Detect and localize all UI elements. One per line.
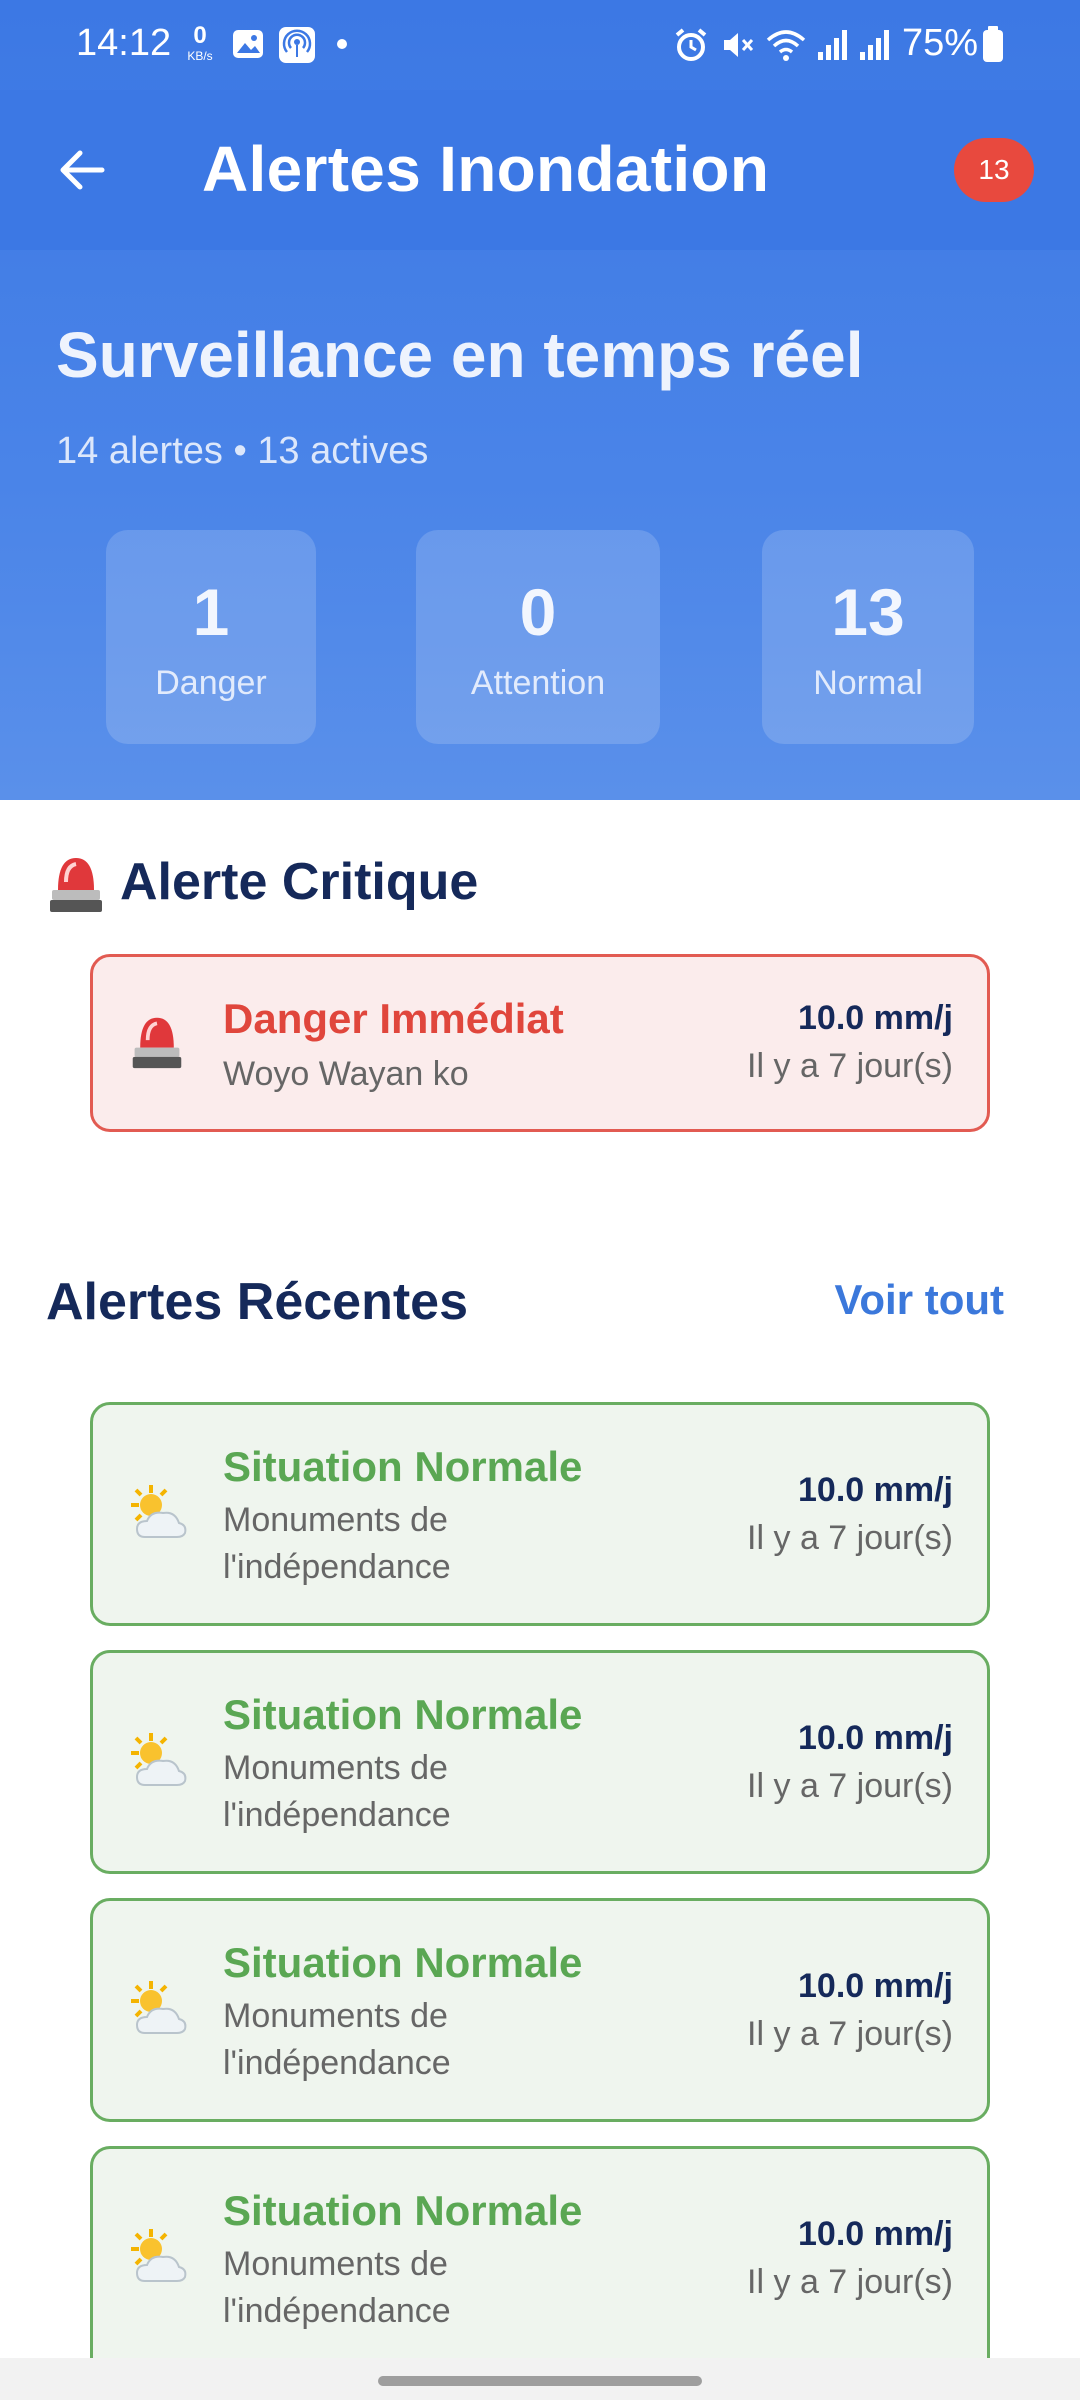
alert-location: Monuments de l'indépendance [223, 1501, 451, 1586]
wifi-icon [766, 30, 806, 61]
alert-title: Situation Normale [223, 1443, 583, 1490]
alarm-icon [675, 28, 707, 61]
stat-attention-value: 0 [519, 575, 557, 649]
critical-alert-title: Danger Immédiat [223, 995, 564, 1042]
app-bar: Alertes Inondation 13 [0, 90, 1080, 250]
stat-normal: 13 Normal [762, 530, 974, 744]
mute-icon [724, 33, 754, 57]
list-item[interactable]: Situation Normale Monuments de l'indépen… [90, 1402, 990, 1626]
alert-value: 10.0 mm/j [798, 2215, 953, 2253]
stat-attention-label: Attention [470, 664, 606, 702]
alert-location: Monuments de l'indépendance [223, 2245, 451, 2330]
alert-title: Situation Normale [223, 1939, 583, 1986]
sun-cloud-icon [131, 1733, 187, 1786]
recent-section-title: Alertes Récentes [46, 1273, 468, 1331]
sun-cloud-icon [131, 2229, 187, 2282]
siren-icon [50, 858, 102, 912]
alert-title: Situation Normale [223, 1691, 583, 1738]
see-all-link[interactable]: Voir tout [834, 1276, 1004, 1324]
alert-time: Il y a 7 jour(s) [747, 1767, 953, 1805]
status-time: 14:12 [76, 22, 172, 64]
alert-location: Monuments de l'indépendance [223, 1997, 451, 2082]
page-title: Alertes Inondation [202, 133, 770, 205]
signal-icon-2 [860, 30, 889, 60]
alert-time: Il y a 7 jour(s) [747, 2263, 953, 2301]
stat-normal-label: Normal [813, 664, 923, 702]
notification-badge[interactable]: 13 [954, 138, 1034, 202]
alert-title: Situation Normale [223, 2187, 583, 2234]
critical-alert-time: Il y a 7 jour(s) [747, 1047, 953, 1085]
image-icon [233, 30, 263, 58]
net-speed: 0 KB/s [184, 22, 216, 63]
stat-normal-value: 13 [831, 575, 905, 649]
stat-danger: 1 Danger [106, 530, 316, 744]
critical-alert-card[interactable]: Danger Immédiat Woyo Wayan ko 10.0 mm/j … [90, 954, 990, 1132]
signal-icon [818, 30, 847, 60]
alert-value: 10.0 mm/j [798, 1719, 953, 1757]
net-speed-unit: KB/s [187, 49, 213, 63]
sun-cloud-icon [131, 1485, 187, 1538]
stat-attention: 0 Attention [416, 530, 660, 744]
stat-danger-value: 1 [192, 575, 230, 649]
critical-alert-value: 10.0 mm/j [798, 999, 953, 1037]
stat-danger-label: Danger [155, 664, 267, 702]
back-arrow-icon[interactable] [52, 140, 112, 200]
hotspot-icon [279, 27, 315, 63]
net-speed-value: 0 [193, 22, 207, 49]
alert-value: 10.0 mm/j [798, 1967, 953, 2005]
hero-subtitle: 14 alertes • 13 actives [56, 430, 429, 472]
dot-icon [337, 39, 347, 49]
critical-section-title: Alerte Critique [120, 853, 479, 911]
critical-alert-location: Woyo Wayan ko [223, 1055, 469, 1093]
home-gesture-handle[interactable] [378, 2376, 702, 2386]
hero-title: Surveillance en temps réel [56, 319, 864, 391]
battery-icon [983, 26, 1003, 62]
alert-location: Monuments de l'indépendance [223, 1749, 451, 1834]
alert-time: Il y a 7 jour(s) [747, 2015, 953, 2053]
list-item[interactable]: Situation Normale Monuments de l'indépen… [90, 2146, 990, 2358]
siren-icon [132, 1017, 182, 1069]
alert-time: Il y a 7 jour(s) [747, 1519, 953, 1557]
sun-cloud-icon [131, 1981, 187, 2034]
battery-percent: 75% [902, 22, 979, 64]
status-bar: 14:12 0 KB/s 75% [0, 0, 1080, 90]
list-item[interactable]: Situation Normale Monuments de l'indépen… [90, 1650, 990, 1874]
list-item[interactable]: Situation Normale Monuments de l'indépen… [90, 1898, 990, 2122]
alert-value: 10.0 mm/j [798, 1471, 953, 1509]
